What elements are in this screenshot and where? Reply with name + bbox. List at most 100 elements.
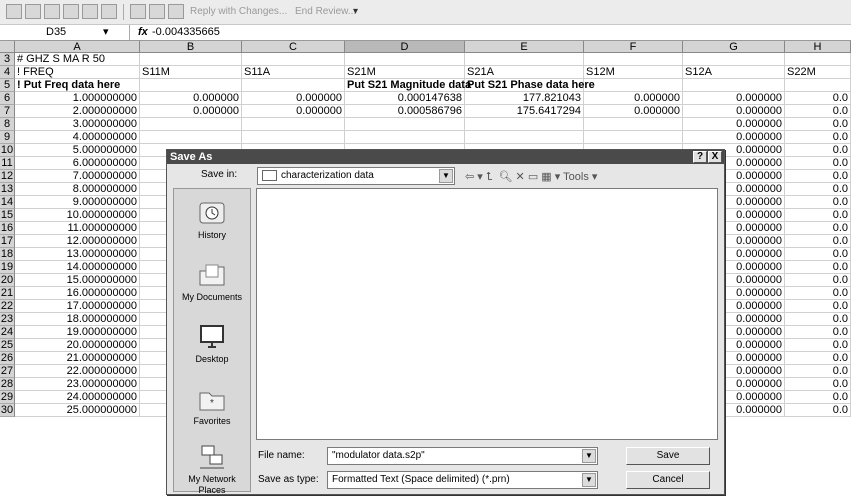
cell-f5[interactable]: [584, 79, 683, 92]
toolbar-button-8[interactable]: [149, 4, 165, 19]
cell-a14[interactable]: 9.000000000: [15, 196, 140, 209]
cell-a6[interactable]: 1.000000000: [15, 92, 140, 105]
chevron-down-icon[interactable]: ▼: [582, 449, 596, 463]
formula-value[interactable]: -0.004335665: [152, 25, 220, 40]
cell-h8[interactable]: 0.0: [785, 118, 851, 131]
cell-a9[interactable]: 4.000000000: [15, 131, 140, 144]
cell-f9[interactable]: [584, 131, 683, 144]
row-header[interactable]: 10: [0, 144, 15, 157]
cell-e8[interactable]: [465, 118, 584, 131]
cell-e3[interactable]: [465, 53, 584, 66]
cell-a26[interactable]: 21.000000000: [15, 352, 140, 365]
toolbar-button-6[interactable]: [101, 4, 117, 19]
row-header[interactable]: 30: [0, 404, 15, 417]
row-header[interactable]: 28: [0, 378, 15, 391]
cell-a4[interactable]: ! FREQ: [15, 66, 140, 79]
cell-a12[interactable]: 7.000000000: [15, 170, 140, 183]
cell-h29[interactable]: 0.0: [785, 391, 851, 404]
cell-a8[interactable]: 3.000000000: [15, 118, 140, 131]
row-header[interactable]: 6: [0, 92, 15, 105]
cell-d6[interactable]: 0.000147638: [345, 92, 465, 105]
row-header[interactable]: 13: [0, 183, 15, 196]
column-header-d[interactable]: D: [345, 41, 465, 53]
back-icon[interactable]: ⇦: [465, 171, 474, 183]
toolbar-button-3[interactable]: [44, 4, 60, 19]
select-all-corner[interactable]: [0, 41, 15, 53]
cell-h4[interactable]: S22M: [785, 66, 851, 79]
cell-a25[interactable]: 20.000000000: [15, 339, 140, 352]
cell-h7[interactable]: 0.0: [785, 105, 851, 118]
row-header[interactable]: 7: [0, 105, 15, 118]
toolbar-button-4[interactable]: [63, 4, 79, 19]
help-button[interactable]: ?: [693, 151, 707, 163]
save-button[interactable]: Save: [626, 447, 710, 465]
cell-a5[interactable]: ! Put Freq data here: [15, 79, 140, 92]
cell-b7[interactable]: 0.000000: [140, 105, 242, 118]
cell-e4[interactable]: S21A: [465, 66, 584, 79]
cell-h6[interactable]: 0.0: [785, 92, 851, 105]
cell-a3[interactable]: # GHZ S MA R 50: [15, 53, 140, 66]
row-header[interactable]: 17: [0, 235, 15, 248]
toolbar-button-5[interactable]: [82, 4, 98, 19]
file-list[interactable]: [256, 188, 718, 440]
row-header[interactable]: 24: [0, 326, 15, 339]
cell-d3[interactable]: [345, 53, 465, 66]
cell-h11[interactable]: 0.0: [785, 157, 851, 170]
row-header[interactable]: 22: [0, 300, 15, 313]
name-box-dropdown-icon[interactable]: ▾: [103, 25, 109, 40]
cell-f3[interactable]: [584, 53, 683, 66]
cell-c6[interactable]: 0.000000: [242, 92, 345, 105]
cell-d9[interactable]: [345, 131, 465, 144]
place-desktop[interactable]: Desktop: [174, 323, 250, 365]
function-icon[interactable]: fx: [138, 25, 148, 40]
cell-h14[interactable]: 0.0: [785, 196, 851, 209]
chevron-down-icon[interactable]: ▾: [353, 6, 358, 17]
delete-icon[interactable]: ✕: [516, 171, 525, 183]
toolbar-button-2[interactable]: [25, 4, 41, 19]
cell-h17[interactable]: 0.0: [785, 235, 851, 248]
cell-h24[interactable]: 0.0: [785, 326, 851, 339]
row-header[interactable]: 3: [0, 53, 15, 66]
row-header[interactable]: 25: [0, 339, 15, 352]
cell-g6[interactable]: 0.000000: [683, 92, 785, 105]
cell-a13[interactable]: 8.000000000: [15, 183, 140, 196]
cell-h9[interactable]: 0.0: [785, 131, 851, 144]
cell-a16[interactable]: 11.000000000: [15, 222, 140, 235]
row-header[interactable]: 14: [0, 196, 15, 209]
cell-h16[interactable]: 0.0: [785, 222, 851, 235]
cell-e9[interactable]: [465, 131, 584, 144]
place-history[interactable]: History: [174, 199, 250, 241]
chevron-down-icon[interactable]: ▼: [582, 473, 596, 487]
cell-h15[interactable]: 0.0: [785, 209, 851, 222]
cell-h20[interactable]: 0.0: [785, 274, 851, 287]
cell-a18[interactable]: 13.000000000: [15, 248, 140, 261]
cell-b3[interactable]: [140, 53, 242, 66]
row-header[interactable]: 23: [0, 313, 15, 326]
cell-h18[interactable]: 0.0: [785, 248, 851, 261]
cell-d5[interactable]: Put S21 Magnitude data: [345, 79, 471, 92]
cell-b9[interactable]: [140, 131, 242, 144]
save-in-dropdown[interactable]: characterization data ▼: [257, 167, 455, 185]
cell-h21[interactable]: 0.0: [785, 287, 851, 300]
cell-h27[interactable]: 0.0: [785, 365, 851, 378]
cell-a29[interactable]: 24.000000000: [15, 391, 140, 404]
row-header[interactable]: 29: [0, 391, 15, 404]
cell-e7[interactable]: 175.6417294: [465, 105, 584, 118]
cell-g8[interactable]: 0.000000: [683, 118, 785, 131]
toolbar-button-1[interactable]: [6, 4, 22, 19]
cell-e5[interactable]: Put S21 Phase data here: [465, 79, 595, 92]
cell-a22[interactable]: 17.000000000: [15, 300, 140, 313]
cell-b5[interactable]: [140, 79, 242, 92]
views-dropdown-icon[interactable]: ▾: [555, 171, 561, 183]
row-header[interactable]: 19: [0, 261, 15, 274]
row-header[interactable]: 4: [0, 66, 15, 79]
cell-b4[interactable]: S11M: [140, 66, 242, 79]
cell-h19[interactable]: 0.0: [785, 261, 851, 274]
end-review-button[interactable]: End Review...: [295, 6, 356, 17]
cell-h25[interactable]: 0.0: [785, 339, 851, 352]
cell-a15[interactable]: 10.000000000: [15, 209, 140, 222]
cell-d7[interactable]: 0.000586796: [345, 105, 465, 118]
cell-b8[interactable]: [140, 118, 242, 131]
cell-c8[interactable]: [242, 118, 345, 131]
cell-c3[interactable]: [242, 53, 345, 66]
